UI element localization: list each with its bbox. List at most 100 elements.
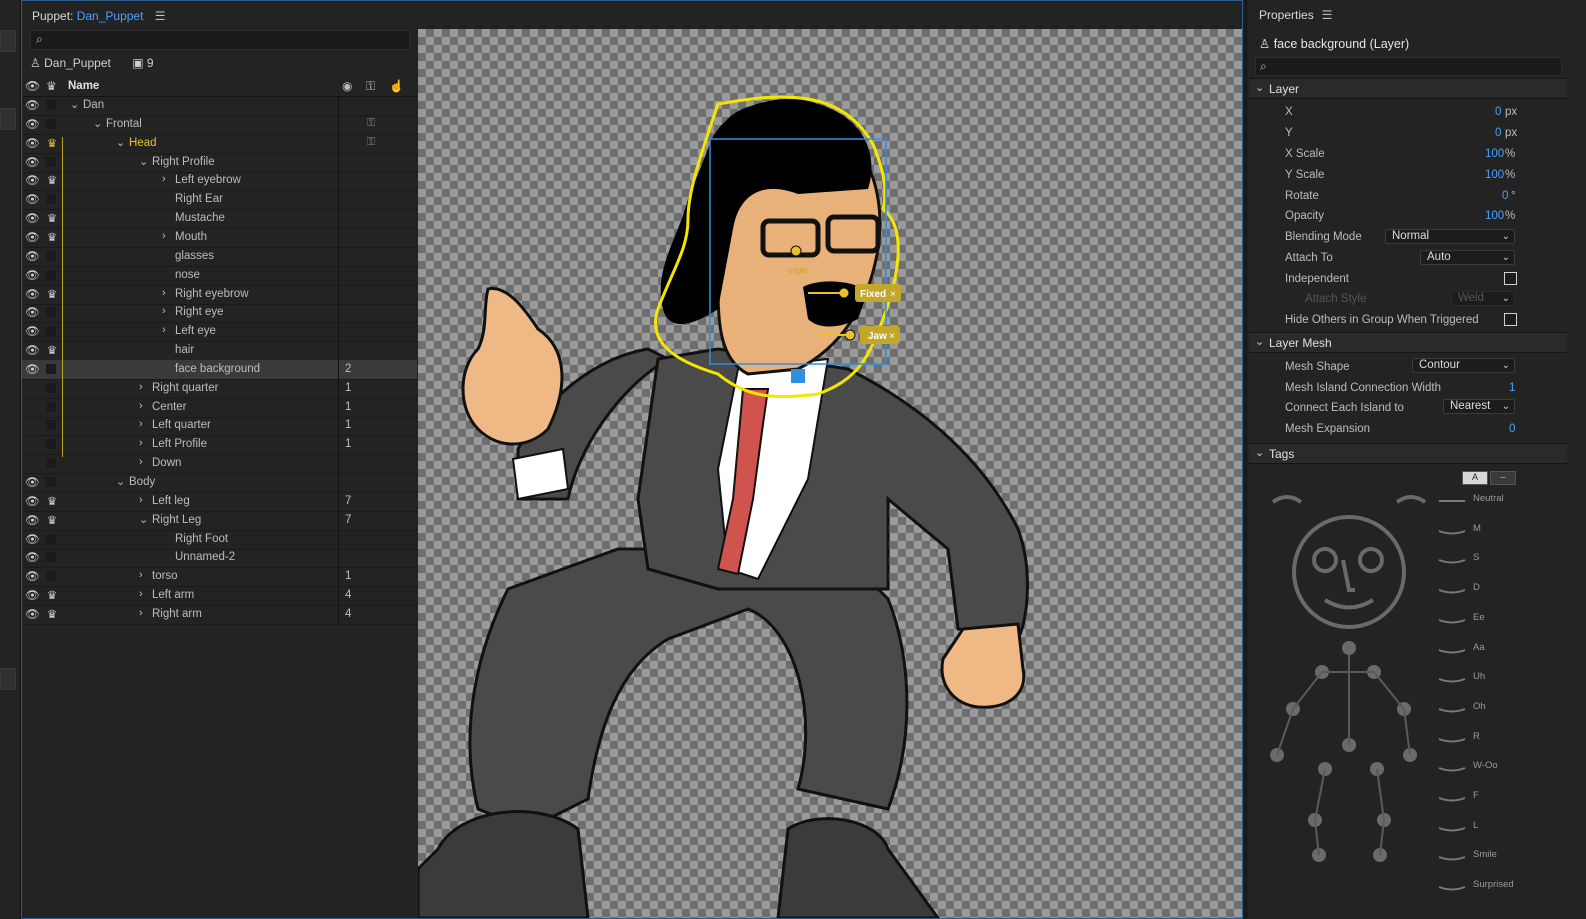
- origin-handle[interactable]: [790, 245, 802, 257]
- mouth-shape-icon[interactable]: [1437, 851, 1467, 861]
- eye-icon[interactable]: 👁: [25, 117, 40, 131]
- chevron-down-icon[interactable]: ⌄: [70, 98, 79, 111]
- eye-icon[interactable]: 👁: [25, 211, 40, 225]
- mouth-shape-icon[interactable]: [1437, 703, 1467, 713]
- layer-row[interactable]: 👁 ♛ ⌄ Right Leg 7: [22, 511, 417, 531]
- eye-icon[interactable]: 👁: [25, 550, 40, 564]
- dock-button[interactable]: [0, 108, 16, 130]
- y-scale-value[interactable]: 100: [1485, 169, 1504, 181]
- mouth-shape-icon[interactable]: [1437, 881, 1467, 891]
- crown-slot[interactable]: [46, 552, 56, 563]
- crown-slot[interactable]: [46, 269, 56, 280]
- layer-row[interactable]: › Left quarter 1: [22, 416, 417, 437]
- crown-slot[interactable]: [46, 382, 56, 393]
- layer-mesh-section-header[interactable]: ⌄ Layer Mesh: [1249, 332, 1567, 353]
- layer-row[interactable]: 👁 ♛ › Left arm 4: [22, 586, 417, 607]
- layer-row[interactable]: 👁 ⌄ Body: [22, 473, 417, 493]
- left-eyebrow-tag[interactable]: [1271, 495, 1303, 504]
- rotate-value[interactable]: 0: [1502, 190, 1508, 202]
- eye-icon[interactable]: 👁: [25, 475, 40, 489]
- mouth-shape-icon[interactable]: [1437, 822, 1467, 832]
- chevron-right-icon[interactable]: ›: [139, 456, 143, 468]
- layer-row[interactable]: › Center 1: [22, 398, 417, 418]
- chevron-down-icon[interactable]: ⌄: [139, 155, 148, 168]
- eye-icon[interactable]: 👁: [25, 287, 40, 301]
- mouth-shape-icon[interactable]: [1437, 644, 1467, 654]
- chevron-right-icon[interactable]: ›: [139, 400, 143, 412]
- hand-column-icon[interactable]: ☝: [389, 79, 404, 93]
- layer-row[interactable]: 👁 nose: [22, 266, 417, 286]
- eye-icon[interactable]: 👁: [25, 532, 40, 546]
- face-tag-outline[interactable]: [1292, 515, 1406, 629]
- left-eye-tag[interactable]: [1312, 547, 1338, 573]
- right-eye-tag[interactable]: [1358, 547, 1384, 573]
- neck-tag[interactable]: [1342, 641, 1356, 655]
- crown-slot[interactable]: [46, 307, 56, 318]
- eye-icon[interactable]: 👁: [25, 136, 40, 150]
- layer-row[interactable]: › Left Profile 1: [22, 435, 417, 456]
- independent-icon[interactable]: ⚿: [367, 136, 375, 149]
- layer-row[interactable]: 👁 › torso 1: [22, 567, 417, 588]
- mouth-shape-icon[interactable]: [1437, 525, 1467, 535]
- crown-slot[interactable]: [46, 363, 56, 374]
- layer-row[interactable]: 👁 ⌄ Frontal ⚿: [22, 115, 417, 135]
- mouth-shape-icon[interactable]: [1437, 495, 1467, 505]
- crown-icon[interactable]: ♛: [44, 230, 60, 244]
- crown-icon[interactable]: ♛: [44, 607, 60, 621]
- crown-icon[interactable]: ♛: [44, 343, 60, 357]
- properties-search-input[interactable]: ⌕: [1255, 57, 1562, 76]
- mouth-shape-icon[interactable]: [1437, 792, 1467, 802]
- crown-slot[interactable]: [46, 401, 56, 412]
- layer-row[interactable]: 👁 ♛ hair: [22, 341, 417, 362]
- eye-icon[interactable]: 👁: [25, 173, 40, 187]
- crown-slot[interactable]: [46, 477, 56, 487]
- dock-button[interactable]: [0, 668, 16, 690]
- panel-menu-icon[interactable]: ☰: [1322, 8, 1333, 22]
- layer-row[interactable]: 👁 › Right eye: [22, 303, 417, 324]
- independent-column-icon[interactable]: ⚿: [366, 79, 375, 94]
- crown-header-icon[interactable]: ♛: [46, 79, 57, 93]
- chevron-down-icon[interactable]: ⌄: [116, 475, 125, 488]
- layer-row[interactable]: › Down: [22, 454, 417, 475]
- chevron-right-icon[interactable]: ›: [139, 437, 143, 449]
- chevron-right-icon[interactable]: ›: [139, 381, 143, 393]
- chevron-down-icon[interactable]: ⌄: [116, 136, 125, 149]
- eye-icon[interactable]: 👁: [25, 324, 40, 338]
- layer-row[interactable]: 👁 ♛ ⌄ Head ⚿: [22, 134, 417, 154]
- layer-row[interactable]: 👁 ⌄ Right Profile: [22, 153, 417, 173]
- opacity-value[interactable]: 100: [1485, 210, 1504, 222]
- visibility-header-icon[interactable]: 👁: [25, 79, 40, 93]
- island-width-value[interactable]: 1: [1509, 382, 1515, 394]
- mouth-shape-icon[interactable]: [1437, 554, 1467, 564]
- layer-row[interactable]: 👁 ⌄ Dan: [22, 96, 417, 116]
- eye-icon[interactable]: 👁: [25, 343, 40, 357]
- blending-mode-select[interactable]: Normal ⌄: [1385, 229, 1515, 244]
- puppet-search-input[interactable]: ⌕: [30, 30, 410, 50]
- eye-icon[interactable]: 👁: [25, 569, 40, 583]
- hide-others-checkbox[interactable]: [1504, 313, 1517, 326]
- puppet-canvas[interactable]: origin Fixed × Jaw ×: [418, 29, 1242, 918]
- eye-icon[interactable]: 👁: [25, 98, 40, 112]
- face-tags-button[interactable]: ⌣: [1490, 471, 1516, 485]
- layer-row[interactable]: 👁 › Left eye: [22, 322, 417, 343]
- eye-icon[interactable]: 👁: [25, 192, 40, 206]
- x-scale-value[interactable]: 100: [1485, 148, 1504, 160]
- chevron-right-icon[interactable]: ›: [139, 494, 143, 506]
- chevron-down-icon[interactable]: ⌄: [93, 117, 102, 130]
- mouth-shape-icon[interactable]: [1437, 733, 1467, 743]
- crown-icon[interactable]: ♛: [44, 173, 60, 187]
- chevron-down-icon[interactable]: ⌄: [139, 513, 148, 526]
- crown-icon[interactable]: ♛: [44, 513, 60, 527]
- origin-column-icon[interactable]: ◉: [342, 79, 352, 93]
- layer-row[interactable]: 👁 Right Foot: [22, 530, 417, 550]
- mesh-shape-select[interactable]: Contour ⌄: [1412, 358, 1515, 373]
- eye-icon[interactable]: 👁: [25, 513, 40, 527]
- eye-icon[interactable]: 👁: [25, 249, 40, 263]
- chevron-right-icon[interactable]: ›: [162, 324, 166, 336]
- layer-origin-handle[interactable]: [791, 369, 805, 383]
- chevron-right-icon[interactable]: ›: [162, 173, 166, 185]
- crown-icon[interactable]: ♛: [44, 211, 60, 225]
- dock-button[interactable]: [0, 30, 16, 52]
- crown-slot[interactable]: [46, 458, 56, 469]
- name-column-header[interactable]: Name: [68, 80, 99, 92]
